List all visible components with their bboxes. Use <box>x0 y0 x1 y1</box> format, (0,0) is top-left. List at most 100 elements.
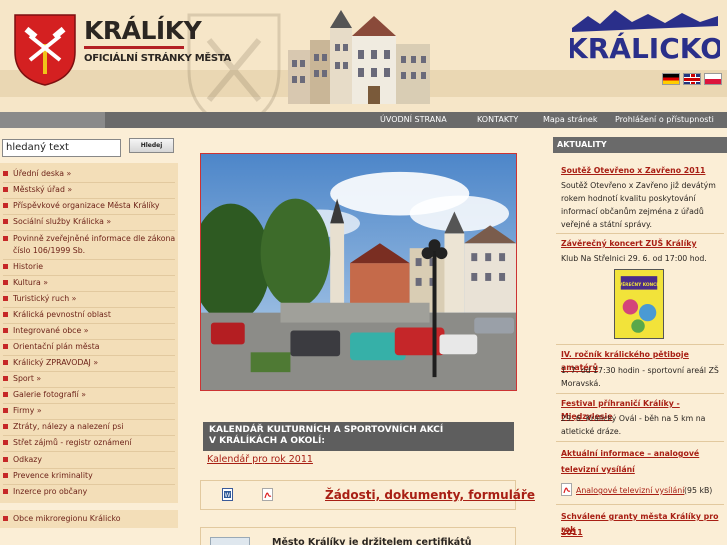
menu-item-pevnostni[interactable]: Králická pevnostní oblast <box>3 309 111 321</box>
certificate-text[interactable]: Město Králíky je držitelem certifikátů <box>272 537 472 545</box>
menu-divider <box>3 403 175 404</box>
svg-text:W: W <box>225 492 231 499</box>
menu-item-label: Povinně zveřejněné informace dle zákona <box>13 234 176 243</box>
menu-item-label: Ztráty, nálezy a nalezení psi <box>13 422 124 431</box>
news-text-line: atletické dráze. <box>561 427 622 436</box>
menu-item-mestsky-urad[interactable]: Městský úřad » <box>3 184 72 196</box>
menu-item-sport[interactable]: Sport » <box>3 373 41 385</box>
menu-item-label: Prevence kriminality <box>13 471 93 480</box>
menu-item-obce-mikroregionu[interactable]: Obce mikroregionu Králicko <box>3 513 121 525</box>
news-title[interactable]: Soutěž Otevřeno x Zavřeno 2011 <box>561 164 705 177</box>
bullet-icon <box>3 219 8 224</box>
menu-item-kultura[interactable]: Kultura » <box>3 277 48 289</box>
town-square-illustration <box>288 10 430 104</box>
calendar-link[interactable]: Kalendář pro rok 2011 <box>207 454 313 465</box>
analog-tv-link[interactable]: Analogové televizní vysílání <box>576 486 684 495</box>
kralicko-logo-icon[interactable]: KRÁLICKO <box>570 8 720 68</box>
menu-divider <box>3 371 175 372</box>
menu-item-povinne-line2[interactable]: číslo 106/1999 Sb. <box>13 245 85 257</box>
menu-item-label: Odkazy <box>13 455 42 464</box>
pdf-icon[interactable] <box>561 483 572 496</box>
pdf-icon[interactable] <box>262 488 273 501</box>
news-text-line: informací občanům zejména z úřadů <box>561 207 704 216</box>
crest-icon[interactable] <box>14 14 76 86</box>
bullet-icon <box>3 376 8 381</box>
nav-accessibility[interactable]: Prohlášení o přístupnosti <box>615 115 714 124</box>
menu-divider <box>3 339 175 340</box>
menu-item-label: Kultura » <box>13 278 49 287</box>
news-title[interactable]: Schválené granty města Králíky pro rok <box>561 510 727 536</box>
pl-flag-icon[interactable] <box>704 73 722 85</box>
calendar-heading-box: KALENDÁŘ KULTURNÍCH A SPORTOVNÍCH AKCÍ V… <box>203 422 514 451</box>
menu-item-ztraty[interactable]: Ztráty, nálezy a nalezení psi <box>3 421 123 433</box>
menu-item-label: Inzerce pro občany <box>13 487 88 496</box>
menu-item-label: Firmy » <box>13 406 42 415</box>
menu-divider <box>3 291 175 292</box>
bullet-icon <box>3 296 8 301</box>
file-size: (95 kB) <box>684 486 713 495</box>
news-title-line2[interactable]: 2011 <box>561 526 583 539</box>
language-flags <box>662 73 722 85</box>
menu-divider <box>3 275 175 276</box>
menu-divider <box>3 435 175 436</box>
bullet-icon <box>3 264 8 269</box>
menu-item-odkazy[interactable]: Odkazy <box>3 454 42 466</box>
menu-divider <box>3 468 175 469</box>
menu-divider <box>3 198 175 199</box>
concert-poster-image[interactable]: ZÁVĚREČNÝ KONCERT <box>614 269 664 339</box>
menu-item-socialni[interactable]: Sociální služby Králicka » <box>3 216 111 228</box>
nav-contacts[interactable]: KONTAKTY <box>477 115 518 124</box>
search-input[interactable]: hledaný text <box>2 139 121 157</box>
bullet-icon <box>3 392 8 397</box>
menu-item-uredni-deska[interactable]: Úřední deska » <box>3 168 71 180</box>
news-title[interactable]: Závěrečný koncert ZUŠ Králíky <box>561 237 697 250</box>
menu-item-prispevkove[interactable]: Příspěvkové organizace Města Králíky <box>3 200 160 212</box>
menu-item-zpravodaj[interactable]: Králický ZPRAVODAJ » <box>3 357 98 369</box>
menu-item-integrovane[interactable]: Integrované obce » <box>3 325 89 337</box>
news-divider <box>556 504 724 505</box>
nav-sitemap[interactable]: Mapa stránek <box>543 115 597 124</box>
menu-divider <box>3 214 175 215</box>
menu-item-orientacni[interactable]: Orientační plán města <box>3 341 100 353</box>
word-doc-icon[interactable]: W <box>222 488 233 501</box>
menu-item-label: Turistický ruch » <box>13 294 77 303</box>
menu-item-prevence[interactable]: Prevence kriminality <box>3 470 93 482</box>
documents-link[interactable]: Žádosti, dokumenty, formuláře <box>325 488 535 502</box>
menu-item-label: Střet zájmů - registr oznámení <box>13 438 132 447</box>
bullet-icon <box>3 473 8 478</box>
news-text-line: Soutěž Otevřeno x Zavřeno již devátým <box>561 181 716 190</box>
menu-item-inzerce[interactable]: Inzerce pro občany <box>3 486 87 498</box>
bullet-icon <box>3 203 8 208</box>
news-divider <box>556 233 724 234</box>
nav-home[interactable]: ÚVODNÍ STRANA <box>380 115 447 124</box>
menu-item-label: Městský úřad » <box>13 185 73 194</box>
certificate-image <box>210 537 250 545</box>
de-flag-icon[interactable] <box>662 73 680 85</box>
en-flag-icon[interactable] <box>683 73 701 85</box>
menu-item-label: Galerie fotografií » <box>13 390 87 399</box>
news-heading: AKTUALITY <box>553 137 727 153</box>
news-text-line: rokem hodnotí kvalitu poskytování <box>561 194 696 203</box>
menu-divider <box>3 259 175 260</box>
menu-item-label: Sociální služby Králicka » <box>13 217 112 226</box>
bullet-icon <box>3 344 8 349</box>
menu-divider <box>3 323 175 324</box>
menu-divider <box>3 387 175 388</box>
news-divider <box>556 441 724 442</box>
header: KRÁLÍKY OFICIÁLNÍ STRÁNKY MĚSTA KRÁLICKO <box>0 0 727 112</box>
news-title-line2[interactable]: televizní vysílání <box>561 463 635 476</box>
bullet-icon <box>3 312 8 317</box>
menu-item-stret-zajmu[interactable]: Střet zájmů - registr oznámení <box>3 437 132 449</box>
title-rule <box>84 46 184 49</box>
menu-item-galerie[interactable]: Galerie fotografií » <box>3 389 86 401</box>
bullet-icon <box>3 171 8 176</box>
news-text-line: 1. 7. od 17:30 hodin - sportovní areál Z… <box>561 366 719 375</box>
menu-item-firmy[interactable]: Firmy » <box>3 405 42 417</box>
menu-divider <box>3 484 175 485</box>
bullet-icon <box>3 360 8 365</box>
menu-item-historie[interactable]: Historie <box>3 261 43 273</box>
menu-item-povinne[interactable]: Povinně zveřejněné informace dle zákona <box>3 233 175 245</box>
menu-item-turisticky[interactable]: Turistický ruch » <box>3 293 76 305</box>
news-title[interactable]: Aktuální informace – analogové <box>561 447 699 460</box>
search-button[interactable]: Hledej <box>129 138 174 153</box>
